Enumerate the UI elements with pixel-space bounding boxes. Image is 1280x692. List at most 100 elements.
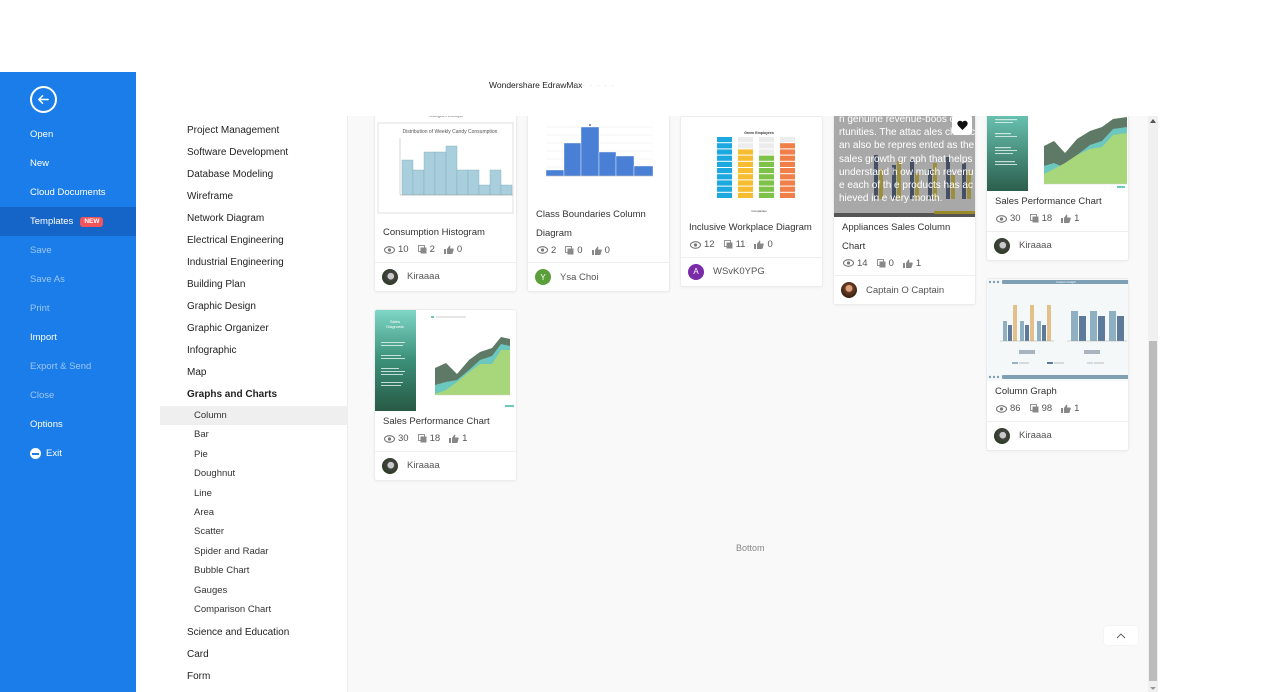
category-map[interactable]: Map [160,362,348,384]
template-author[interactable]: Kiraaaa [987,420,1128,450]
template-title: Sales Performance Chart [383,416,490,427]
template-author[interactable]: Kiraaaa [987,230,1128,260]
subcategory-area[interactable]: Area [160,503,348,522]
bottom-label: Bottom [736,543,765,553]
category-infographic[interactable]: Infographic [160,340,348,362]
thumbs-up-icon [1061,404,1071,413]
heart-icon [956,120,968,130]
menu-save-as[interactable]: Save As [0,265,136,294]
thumbs-up-icon [449,434,459,443]
thumb-bar-segment [759,192,774,198]
subcategory-bar[interactable]: Bar [160,425,348,444]
thumb-bar-segment [738,143,753,149]
menu-label: Save [30,245,52,256]
template-card[interactable]: Column Graph Column Graph 86 98 1 Kiraaa… [986,278,1129,451]
menu-templates[interactable]: Templates NEW [0,207,136,236]
copy-icon [723,240,733,249]
minus-circle-icon [30,448,41,459]
menu-save[interactable]: Save [0,236,136,265]
thumb-title: Distribution of Weekly Candy Consumption [403,129,498,135]
thumb-title: Column Graph [1056,280,1076,284]
subcategory-bubble-chart[interactable]: Bubble Chart [160,561,348,580]
template-author[interactable]: Captain O Captain [834,275,975,304]
back-to-top-button[interactable] [1104,626,1138,645]
category-wireframe[interactable]: Wireframe [160,186,348,208]
thumb-bar-segment [717,186,732,192]
category-electrical-engineering[interactable]: Electrical Engineering [160,230,348,252]
template-card[interactable]: Class Boundaries Column Diagram 2 0 0 Y … [527,116,670,292]
likes-count: 1 [1074,403,1080,414]
thumb-bar-segment [717,155,732,161]
subcategory-doughnut[interactable]: Doughnut [160,464,348,483]
template-thumbnail: Histogram Example Distribution of Weekly… [375,116,516,224]
menu-export-send[interactable]: Export & Send [0,352,136,381]
subcategory-pie[interactable]: Pie [160,445,348,464]
menu-import[interactable]: Import [0,323,136,352]
author-name: Ysa Choi [560,271,599,283]
category-building-plan[interactable]: Building Plan [160,274,348,296]
template-card[interactable]: n genuine revenue-boos opportunities. Th… [833,116,976,305]
copies-stat: 2 [417,244,435,255]
category-card[interactable]: Card [160,644,348,666]
thumb-column [1025,325,1029,341]
category-graphic-design[interactable]: Graphic Design [160,296,348,318]
category-industrial-engineering[interactable]: Industrial Engineering [160,252,348,274]
views-stat: 2 [537,245,556,256]
category-science-and-education[interactable]: Science and Education [160,622,348,644]
copies-stat: 11 [723,239,745,250]
subcategory-comparison-chart[interactable]: Comparison Chart [160,600,348,619]
copy-icon [1029,404,1039,413]
template-title: Class Boundaries Column Diagram [536,209,646,239]
author-name: Kiraaaa [1019,430,1052,441]
template-author[interactable]: A WSvK0YPG [681,256,822,286]
views-count: 30 [1010,213,1021,224]
scrollbar-thumb[interactable] [1149,341,1157,681]
arrow-left-icon [38,95,49,104]
thumb-bar-segment [759,186,774,192]
menu-label: New [30,158,50,169]
back-button[interactable] [30,86,57,113]
menu-cloud-documents[interactable]: Cloud Documents [0,178,136,207]
favorite-button[interactable] [952,116,972,135]
vertical-scrollbar[interactable] [1148,116,1158,692]
copies-count: 18 [429,433,441,444]
template-card[interactable]: Histogram Example Distribution of Weekly… [374,116,517,292]
menu-open[interactable]: Open [0,120,136,149]
template-author[interactable]: Kiraaaa [375,261,516,291]
category-project-management[interactable]: Project Management [160,120,348,142]
likes-count: 0 [767,239,773,250]
menu-close[interactable]: Close [0,381,136,410]
menu-exit[interactable]: Exit [0,439,136,468]
template-thumbnail: Sales Diagnosis [375,310,516,411]
thumbs-up-icon [443,245,454,254]
subcategory-scatter[interactable]: Scatter [160,522,348,541]
menu-new[interactable]: New [0,149,136,178]
category-software-development[interactable]: Software Development [160,142,348,164]
menu-label: Templates [30,216,74,227]
menu-options[interactable]: Options [0,410,136,439]
thumb-bar-segment [717,180,732,186]
views-count: 86 [1010,403,1021,414]
template-author[interactable]: Kiraaaa [375,450,516,480]
template-stats: 30 18 1 [987,212,1128,226]
author-name: Kiraaaa [1019,240,1052,251]
scroll-down-arrow-icon[interactable] [1150,687,1156,690]
category-form[interactable]: Form [160,666,348,688]
category-list: Project Management Software Development … [160,120,348,688]
thumbs-up-icon [1061,214,1071,223]
template-card[interactable]: Green Employees Companies Inclusive Work… [680,116,823,287]
scroll-up-arrow-icon[interactable] [1150,119,1156,123]
category-graphic-organizer[interactable]: Graphic Organizer [160,318,348,340]
category-graphs-and-charts[interactable]: Graphs and Charts [160,384,348,406]
template-card[interactable]: Sales Performance Chart 30 18 1 Kiraaaa [986,116,1129,261]
subcategory-gauges[interactable]: Gauges [160,581,348,600]
views-stat: 12 [690,239,715,250]
subcategory-column[interactable]: Column [160,406,348,426]
menu-print[interactable]: Print [0,294,136,323]
category-network-diagram[interactable]: Network Diagram [160,208,348,230]
template-card[interactable]: Sales Diagnosis Sales Performance Chart … [374,309,517,481]
template-author[interactable]: Y Ysa Choi [528,262,669,291]
subcategory-line[interactable]: Line [160,484,348,503]
category-database-modeling[interactable]: Database Modeling [160,164,348,186]
subcategory-spider-and-radar[interactable]: Spider and Radar [160,542,348,561]
